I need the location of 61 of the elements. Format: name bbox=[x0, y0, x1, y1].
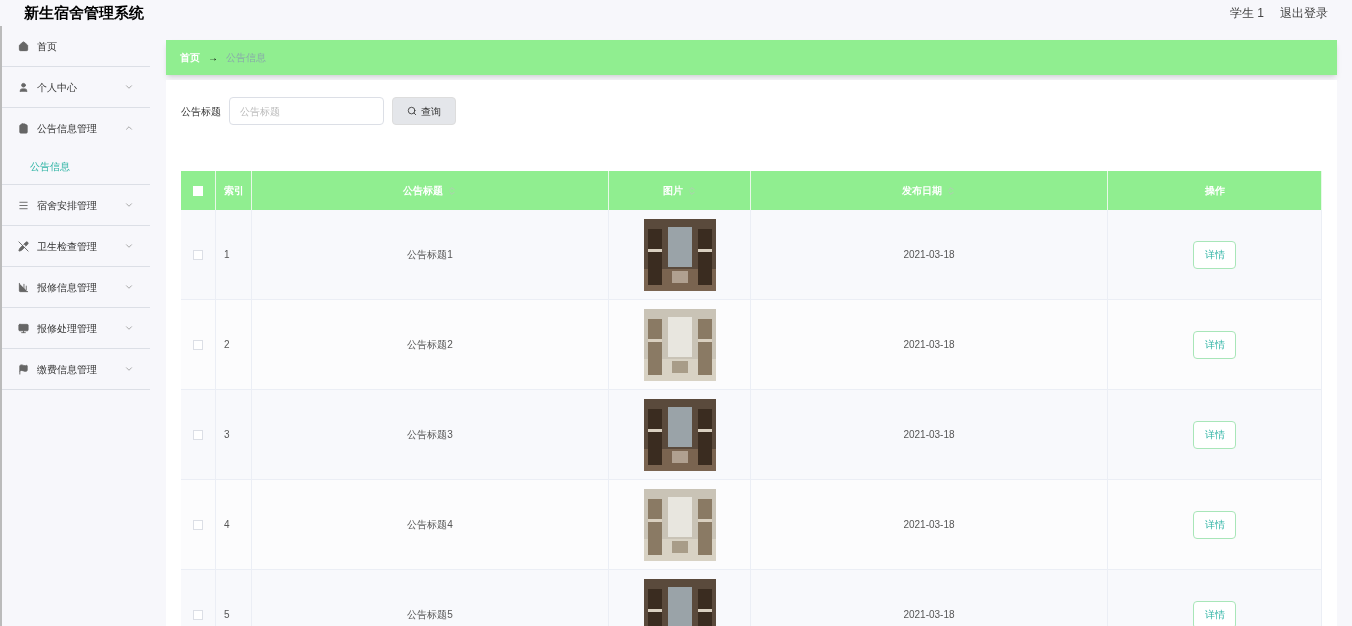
search-icon bbox=[407, 106, 417, 116]
sort-icon bbox=[686, 185, 697, 196]
title-cell-text: 公告标题3 bbox=[407, 428, 453, 442]
date-cell-text: 2021-03-18 bbox=[903, 608, 955, 622]
index-cell-text: 3 bbox=[224, 428, 230, 442]
breadcrumb-home[interactable]: 首页 bbox=[180, 50, 200, 65]
app-title: 新生宿舍管理系统 bbox=[24, 2, 144, 23]
row-checkbox[interactable] bbox=[193, 429, 203, 440]
index-cell-text: 2 bbox=[224, 338, 230, 352]
column-header[interactable]: 索引 bbox=[224, 183, 244, 198]
column-header[interactable]: 操作 bbox=[1204, 183, 1225, 198]
column-header[interactable]: 公告标题 bbox=[403, 183, 457, 198]
list-icon bbox=[18, 199, 29, 211]
home-icon bbox=[18, 40, 29, 52]
index-cell-text: 1 bbox=[224, 248, 230, 262]
details-button[interactable]: 详情 bbox=[1193, 240, 1236, 269]
search-label: 公告标题 bbox=[181, 104, 221, 119]
menu-item[interactable]: 首页 bbox=[2, 26, 150, 66]
column-header[interactable]: 图片 bbox=[662, 183, 697, 198]
clipboard-icon bbox=[18, 122, 29, 134]
row-checkbox[interactable] bbox=[193, 339, 203, 350]
menu-item[interactable]: 报修处理管理 bbox=[2, 308, 150, 348]
menu-item[interactable]: 公告信息管理 bbox=[2, 108, 150, 148]
menu-item[interactable]: 个人中心 bbox=[2, 67, 150, 107]
date-cell-text: 2021-03-18 bbox=[903, 248, 955, 262]
select-all-checkbox[interactable] bbox=[193, 185, 203, 196]
monitor-icon bbox=[18, 322, 29, 334]
title-cell-text: 公告标题4 bbox=[407, 518, 453, 532]
menu-item[interactable]: 卫生检查管理 bbox=[2, 226, 150, 266]
user-name: 学生 1 bbox=[1230, 5, 1264, 22]
breadcrumb-arrow: → bbox=[208, 51, 218, 65]
details-button[interactable]: 详情 bbox=[1193, 510, 1236, 539]
sort-icon bbox=[447, 185, 457, 196]
submenu-item[interactable]: 公告信息 bbox=[2, 148, 150, 184]
title-search-field[interactable]: 公告标题 bbox=[229, 97, 384, 125]
title-cell-text: 公告标题2 bbox=[407, 338, 453, 352]
row-checkbox[interactable] bbox=[193, 519, 203, 530]
index-cell-text: 4 bbox=[224, 518, 230, 532]
menu-item[interactable]: 报修信息管理 bbox=[2, 267, 150, 307]
breadcrumb-current: 公告信息 bbox=[226, 51, 266, 65]
sort-icon bbox=[946, 185, 956, 196]
date-cell-text: 2021-03-18 bbox=[903, 518, 955, 532]
title-cell-text: 公告标题5 bbox=[407, 608, 453, 622]
search-button[interactable]: 查询 bbox=[392, 97, 456, 125]
logout-link[interactable]: 退出登录 bbox=[1280, 4, 1328, 22]
title-cell-text: 公告标题1 bbox=[407, 248, 453, 262]
date-cell-text: 2021-03-18 bbox=[903, 428, 955, 442]
details-button[interactable]: 详情 bbox=[1193, 420, 1236, 449]
column-header[interactable]: 发布日期 bbox=[902, 183, 956, 198]
flag-icon bbox=[18, 363, 29, 375]
user-icon bbox=[18, 81, 29, 93]
details-button[interactable]: 详情 bbox=[1193, 330, 1236, 359]
menu-item[interactable]: 缴费信息管理 bbox=[2, 349, 150, 389]
date-cell-text: 2021-03-18 bbox=[903, 338, 955, 352]
row-checkbox[interactable] bbox=[193, 609, 203, 620]
pencil-off-icon bbox=[18, 240, 29, 252]
menu-item[interactable]: 宿舍安排管理 bbox=[2, 185, 150, 225]
index-cell-text: 5 bbox=[224, 608, 230, 622]
row-checkbox[interactable] bbox=[193, 249, 203, 260]
bar-chart-icon bbox=[18, 281, 29, 293]
details-button[interactable]: 详情 bbox=[1193, 600, 1236, 626]
